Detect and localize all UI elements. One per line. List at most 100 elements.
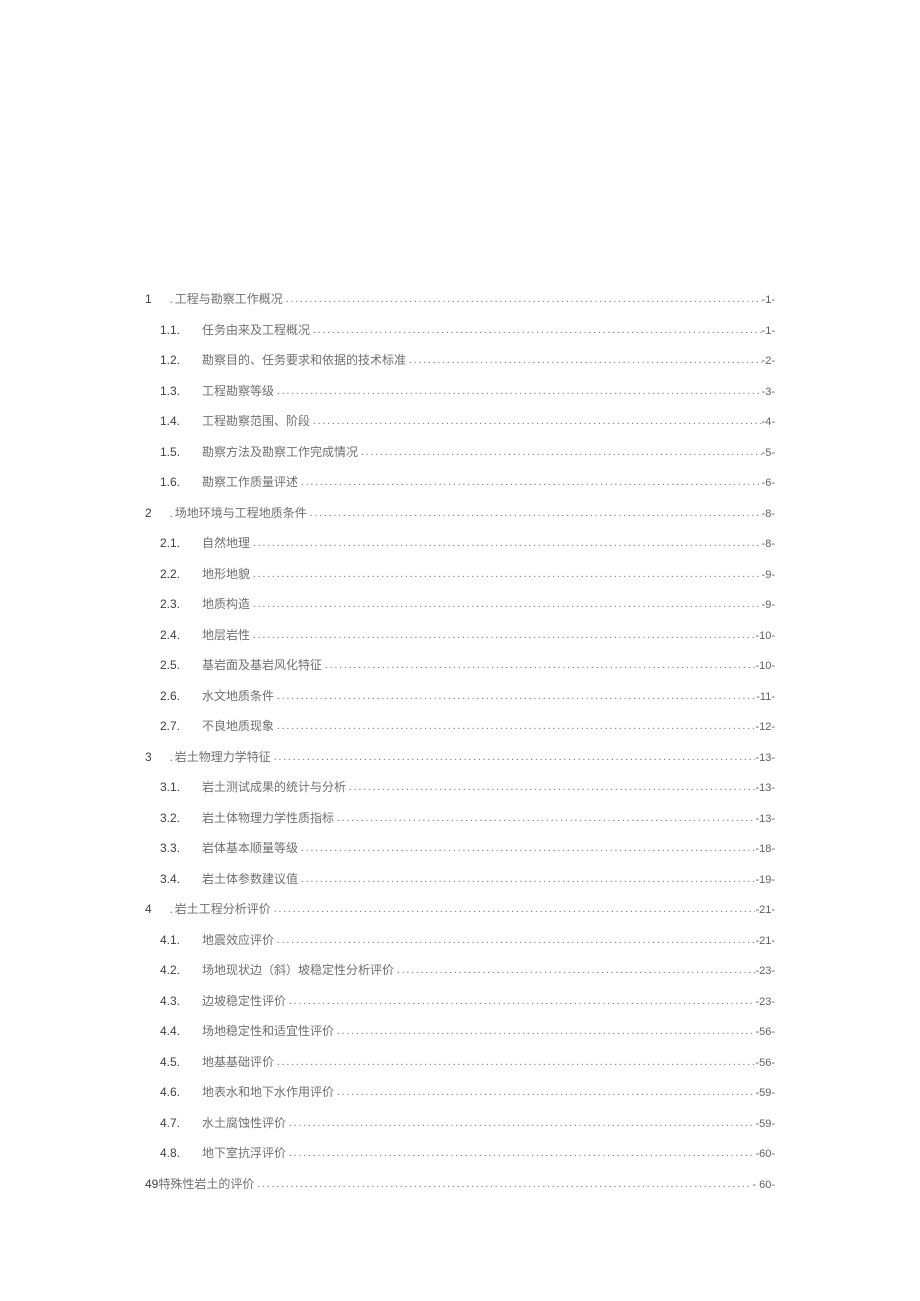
toc-number: 3.1.	[160, 780, 182, 794]
toc-title: 地下室抗浮评价	[202, 1144, 286, 1161]
toc-title: 场地现状边（斜）坡稳定性分析评价	[202, 961, 394, 978]
toc-leader-dots	[322, 659, 755, 671]
toc-leader-dots	[298, 873, 755, 885]
toc-leader-dots	[406, 354, 762, 366]
toc-page-number: -18-	[755, 843, 775, 855]
toc-number: 4	[145, 902, 152, 916]
toc-entry: 2.场地环境与工程地质条件-8-	[145, 504, 775, 521]
toc-entry: 4.1.地震效应评价-21-	[145, 931, 775, 948]
toc-entry: 4.7.水土腐蚀性评价-59-	[145, 1114, 775, 1131]
toc-number: 1.3.	[160, 384, 182, 398]
toc-leader-dots	[358, 446, 762, 458]
toc-entry: 2.2.地形地貌-9-	[145, 565, 775, 582]
toc-page-number: -12-	[755, 721, 775, 733]
toc-number: 4.6.	[160, 1085, 182, 1099]
toc-number: 1	[145, 292, 152, 306]
toc-title: 岩土体参数建议值	[202, 870, 298, 887]
toc-number: 2.3.	[160, 597, 182, 611]
toc-page-number: -9-	[762, 599, 775, 611]
toc-title: 任务由来及工程概况	[202, 321, 310, 338]
toc-title: 工程勘察范围、阶段	[202, 412, 310, 429]
toc-entry: 3.3. 岩体基本顺量等级 -18-	[145, 839, 775, 856]
toc-title: 岩土测试成果的统计与分析	[202, 778, 346, 795]
table-of-contents: 1.工程与勘察工作概况-1-1.1.任务由来及工程概况-1-1.2.勘察目的、任…	[145, 290, 775, 1192]
toc-number: 2.4.	[160, 628, 182, 642]
toc-title: 基岩面及基岩风化特征	[202, 656, 322, 673]
toc-page-number: -23-	[755, 965, 775, 977]
toc-leader-dots	[274, 1056, 755, 1068]
toc-number: 2.1.	[160, 536, 182, 550]
toc-number: 3.3.	[160, 841, 182, 855]
toc-number: 4.5.	[160, 1055, 182, 1069]
toc-entry: 4.4.场地稳定性和适宜性评价-56-	[145, 1022, 775, 1039]
toc-number: 2	[145, 506, 152, 520]
toc-leader-dots	[274, 385, 762, 397]
toc-number: 3.4.	[160, 872, 182, 886]
toc-entry: 1.4.工程勘察范围、阶段-4-	[145, 412, 775, 429]
toc-page-number: -56-	[755, 1026, 775, 1038]
toc-title: 勘察方法及勘察工作完成情况	[202, 443, 358, 460]
toc-page-number: -59-	[755, 1118, 775, 1130]
toc-entry: 2.7. 不良地质现象 -12-	[145, 717, 775, 734]
toc-entry: 4.3.边坡稳定性评价-23-	[145, 992, 775, 1009]
toc-number: 3.2.	[160, 811, 182, 825]
toc-title: 勘察目的、任务要求和依据的技术标准	[202, 351, 406, 368]
toc-title: 不良地质现象	[202, 717, 274, 734]
toc-entry: 2.3. 地质构造 -9-	[145, 595, 775, 612]
toc-entry: 4.8.地下室抗浮评价-60-	[145, 1144, 775, 1161]
toc-entry: 3.4. 岩土体参数建议值 -19-	[145, 870, 775, 887]
toc-leader-dots	[298, 476, 762, 488]
toc-entry: 2.6.水文地质条件-11-	[145, 687, 775, 704]
toc-page-number: -13-	[755, 752, 775, 764]
toc-leader-dots	[250, 629, 755, 641]
toc-title: .场地环境与工程地质条件	[170, 504, 307, 521]
toc-leader-dots	[250, 568, 762, 580]
toc-title: 地质构造	[202, 595, 250, 612]
toc-entry: 49特殊性岩土的评价 - 60-	[145, 1175, 775, 1192]
toc-entry: 1.5.勘察方法及勘察工作完成情况-5-	[145, 443, 775, 460]
toc-page-number: -6-	[762, 477, 775, 489]
toc-entry: 3.岩土物理力学特征-13-	[145, 748, 775, 765]
toc-title: 岩体基本顺量等级	[202, 839, 298, 856]
toc-title: 场地稳定性和适宜性评价	[202, 1022, 334, 1039]
toc-title: 地基基础评价	[202, 1053, 274, 1070]
toc-page-number: -3-	[762, 386, 775, 398]
toc-entry: 1.1.任务由来及工程概况-1-	[145, 321, 775, 338]
toc-leader-dots	[271, 751, 756, 763]
toc-entry: 1.工程与勘察工作概况-1-	[145, 290, 775, 307]
toc-page-number: -19-	[755, 874, 775, 886]
toc-leader-dots	[298, 842, 755, 854]
toc-title: 地层岩性	[202, 626, 250, 643]
toc-page-number: -56-	[755, 1057, 775, 1069]
toc-title: 自然地理	[202, 534, 250, 551]
toc-title: .工程与勘察工作概况	[170, 290, 283, 307]
toc-entry: 4.2. 场地现状边（斜）坡稳定性分析评价 -23-	[145, 961, 775, 978]
toc-title: 边坡稳定性评价	[202, 992, 286, 1009]
toc-leader-dots	[254, 1178, 752, 1190]
toc-number: 4.3.	[160, 994, 182, 1008]
toc-title: 工程勘察等级	[202, 382, 274, 399]
toc-leader-dots	[334, 1025, 755, 1037]
toc-title: 水文地质条件	[202, 687, 274, 704]
toc-leader-dots	[250, 537, 762, 549]
toc-entry: 2.1.自然地理-8-	[145, 534, 775, 551]
toc-leader-dots	[307, 507, 762, 519]
toc-entry: 2.4.地层岩性-10-	[145, 626, 775, 643]
toc-leader-dots	[394, 964, 755, 976]
toc-number: 1.5.	[160, 445, 182, 459]
toc-number: 3	[145, 750, 152, 764]
toc-page-number: -9-	[762, 569, 775, 581]
toc-title: 勘察工作质量评述	[202, 473, 298, 490]
toc-entry: 4.5. 地基基础评价 -56-	[145, 1053, 775, 1070]
toc-page-number: - 60-	[752, 1179, 775, 1191]
toc-number: 1.4.	[160, 414, 182, 428]
toc-entry: 4.岩土工程分析评价-21-	[145, 900, 775, 917]
toc-title: .岩土工程分析评价	[170, 900, 271, 917]
toc-entry: 1.2.勘察目的、任务要求和依据的技术标准-2-	[145, 351, 775, 368]
toc-number: 1.6.	[160, 475, 182, 489]
toc-number: 4.2.	[160, 963, 182, 977]
toc-page-number: -13-	[755, 813, 775, 825]
toc-number: 2.7.	[160, 719, 182, 733]
toc-leader-dots	[334, 1086, 755, 1098]
toc-page-number: -60-	[755, 1148, 775, 1160]
